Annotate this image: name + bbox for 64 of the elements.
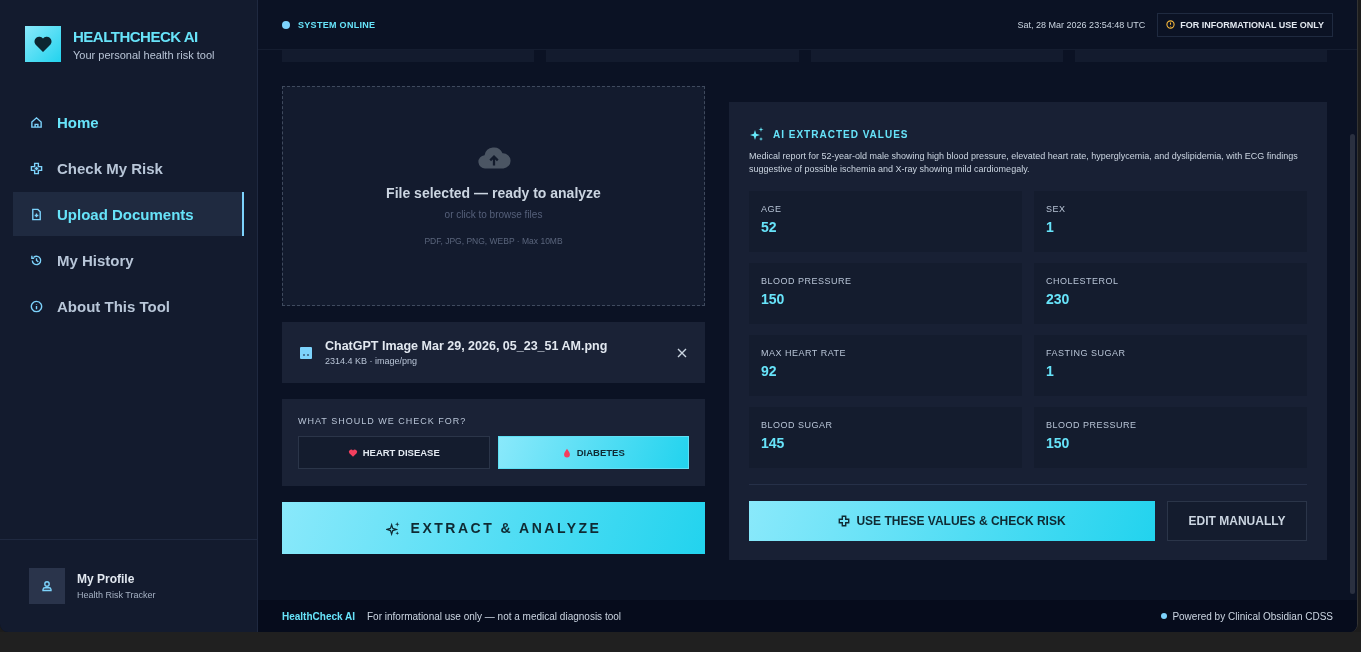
close-icon[interactable] <box>677 347 687 358</box>
option-toggle[interactable]: DIABETES <box>497 436 689 469</box>
home-icon <box>30 115 43 129</box>
heart-logo-icon <box>25 26 61 62</box>
extract-analyze-button[interactable]: EXTRACT & ANALYZE <box>282 502 705 554</box>
field-label: BLOOD PRESSURE <box>761 276 853 286</box>
field-value: 230 <box>1046 291 1071 307</box>
nav-item[interactable]: Upload Documents <box>13 192 244 236</box>
file-icon <box>30 207 43 221</box>
profile-subtitle: Health Risk Tracker <box>77 590 156 600</box>
format-hint: PDF, JPG, PNG, WEBP · Max 10MB <box>424 236 563 246</box>
field-label: AGE <box>761 204 783 214</box>
footer-brand: HealthCheck AI <box>282 610 355 622</box>
scrollbar[interactable] <box>1350 134 1355 594</box>
option-toggle[interactable]: HEART DISEASE <box>298 436 490 469</box>
cross-icon <box>30 161 43 175</box>
check-label: WHAT SHOULD WE CHECK FOR? <box>298 416 468 426</box>
drop-zone[interactable]: File selected — ready to analyze or click to browse files PDF, JPG, PNG, WEBP · Max 10MB <box>282 86 705 306</box>
history-icon <box>30 253 43 267</box>
status-text: SYSTEM ONLINE <box>298 19 376 30</box>
field-value: 1 <box>1046 363 1055 379</box>
field-value: 145 <box>761 435 786 451</box>
drop-icon <box>561 447 572 458</box>
field-value: 1 <box>1046 219 1055 235</box>
info-icon <box>30 299 43 313</box>
summary-text: Medical report for 52-year-old male showing high blood pressure, elevated heart rate, hyperglycemia, and dyslipidemia, with ECG findings suggestive of possible ischemia and X-ray showing mild cardiomegaly. <box>749 150 1299 176</box>
field-label: BLOOD SUGAR <box>761 420 834 430</box>
field-label: BLOOD PRESSURE <box>1046 420 1138 430</box>
image-icon <box>300 346 312 359</box>
nav-item[interactable]: About This Tool <box>13 284 244 328</box>
sparkle-icon <box>385 520 401 536</box>
field-label: SEX <box>1046 204 1067 214</box>
nav-item[interactable]: My History <box>13 238 244 282</box>
sparkle-icon <box>749 126 765 142</box>
warning-icon <box>1166 20 1176 29</box>
cloud-upload-icon <box>476 145 511 171</box>
file-name: ChatGPT Image Mar 29, 2026, 05_23_51 AM.png <box>325 339 609 353</box>
status-dot <box>1161 613 1168 619</box>
drop-hint: or click to browse files <box>444 209 543 220</box>
app-title: HEALTHCHECK AI <box>73 28 199 45</box>
field-label: FASTING SUGAR <box>1046 348 1127 358</box>
field-value: 52 <box>761 219 778 235</box>
field-label: CHOLESTEROL <box>1046 276 1120 286</box>
field-value: 150 <box>1046 435 1071 451</box>
file-meta: 2314.4 KB · image/png <box>325 356 419 366</box>
date-time: Sat, 28 Mar 2026 23:54:48 UTC <box>1017 19 1146 30</box>
field-value: 150 <box>761 291 786 307</box>
notice-text: FOR INFORMATIONAL USE ONLY <box>1180 19 1324 30</box>
field-label: MAX HEART RATE <box>761 348 848 358</box>
use-values-button[interactable]: USE THESE VALUES & CHECK RISK <box>749 501 1155 541</box>
avatar[interactable] <box>29 568 65 604</box>
nav-item[interactable]: Check My Risk <box>13 146 244 190</box>
profile-name: My Profile <box>77 572 136 586</box>
powered-by: Powered by Clinical Obsidian CDSS <box>1172 610 1333 622</box>
field-value: 92 <box>761 363 778 379</box>
nav-item[interactable]: Home <box>13 100 244 144</box>
section-title: AI EXTRACTED VALUES <box>773 128 909 140</box>
footer-note: For informational use only — not a medical diagnosis tool <box>367 610 621 622</box>
edit-manually-button[interactable]: EDIT MANUALLY <box>1167 501 1307 541</box>
drop-title: File selected — ready to analyze <box>386 185 601 201</box>
status-dot <box>282 20 290 29</box>
heart-icon <box>347 447 358 458</box>
cross-icon <box>838 515 851 527</box>
app-subtitle: Your personal health risk tool <box>73 49 215 61</box>
